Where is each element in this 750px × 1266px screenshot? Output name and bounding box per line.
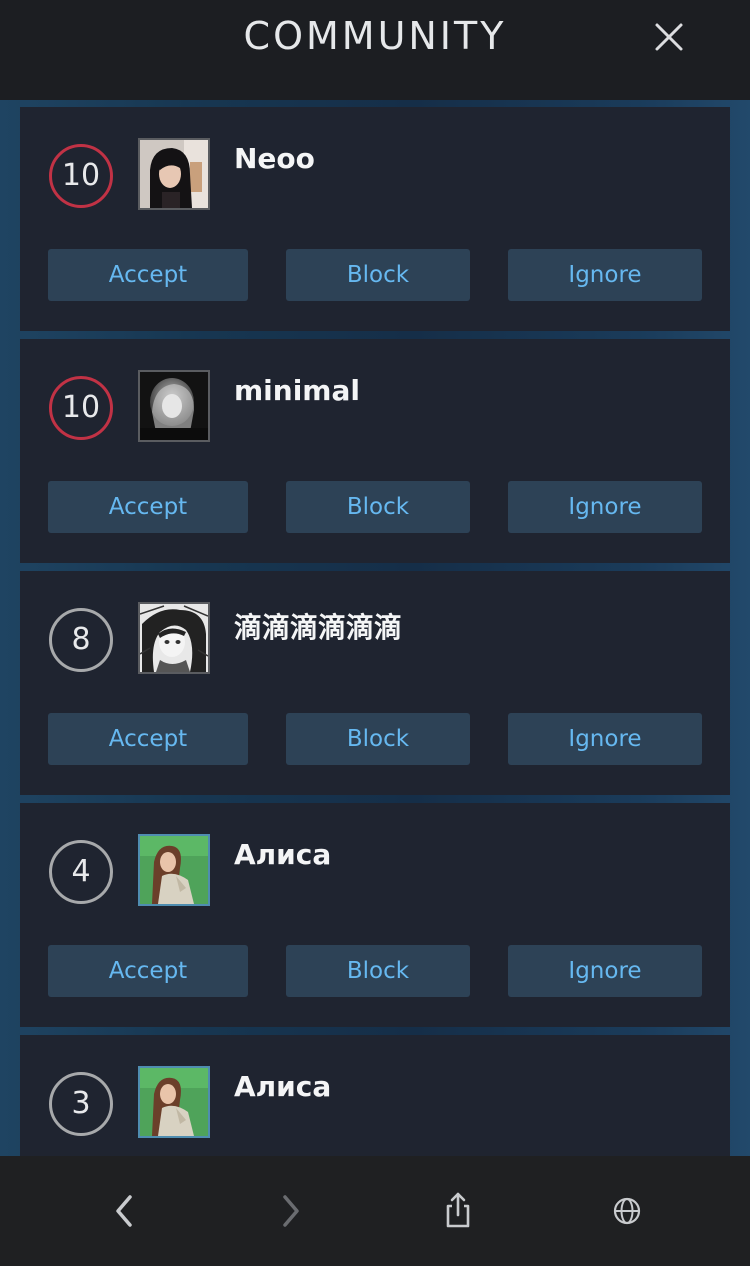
accept-button[interactable]: Accept bbox=[48, 481, 248, 533]
ignore-button[interactable]: Ignore bbox=[508, 481, 702, 533]
back-button[interactable] bbox=[99, 1186, 149, 1236]
request-count-badge: 3 bbox=[49, 1072, 113, 1136]
friend-requests-list[interactable]: 10 Neoo Accept Block Ignore 10 minimal A… bbox=[0, 100, 750, 1156]
block-button[interactable]: Block bbox=[286, 481, 470, 533]
block-button[interactable]: Block bbox=[286, 249, 470, 301]
friend-name[interactable]: 滴滴滴滴滴滴 bbox=[234, 606, 402, 646]
globe-button[interactable] bbox=[602, 1186, 652, 1236]
friend-name[interactable]: Neoo bbox=[234, 142, 315, 175]
ignore-button[interactable]: Ignore bbox=[508, 249, 702, 301]
friend-name[interactable]: Алиса bbox=[234, 838, 331, 871]
share-button[interactable] bbox=[433, 1186, 483, 1236]
accept-button[interactable]: Accept bbox=[48, 713, 248, 765]
block-button[interactable]: Block bbox=[286, 713, 470, 765]
avatar[interactable] bbox=[138, 834, 210, 906]
request-count-badge: 8 bbox=[49, 608, 113, 672]
page-title: COMMUNITY bbox=[243, 14, 507, 58]
chevron-left-icon bbox=[116, 1195, 132, 1227]
close-button[interactable] bbox=[646, 14, 692, 60]
friend-request-card: 8 滴滴滴滴滴滴 Accept Block Ignore bbox=[20, 571, 730, 795]
avatar-photo-grayscale bbox=[140, 372, 208, 440]
browser-toolbar bbox=[0, 1156, 750, 1266]
accept-button[interactable]: Accept bbox=[48, 945, 248, 997]
friend-request-card: 4 Алиса Accept Block Ignore bbox=[20, 803, 730, 1027]
request-count-badge: 10 bbox=[49, 144, 113, 208]
globe-icon bbox=[613, 1197, 641, 1225]
avatar[interactable] bbox=[138, 370, 210, 442]
request-count-badge: 10 bbox=[49, 376, 113, 440]
avatar[interactable] bbox=[138, 602, 210, 674]
header-bar: COMMUNITY bbox=[0, 0, 750, 100]
avatar-photo-green bbox=[140, 836, 208, 904]
avatar-photo-green bbox=[140, 1068, 208, 1136]
forward-button[interactable] bbox=[266, 1186, 316, 1236]
chevron-right-icon bbox=[283, 1195, 299, 1227]
close-icon bbox=[655, 23, 683, 51]
friend-request-card: 10 Neoo Accept Block Ignore bbox=[20, 107, 730, 331]
ignore-button[interactable]: Ignore bbox=[508, 945, 702, 997]
friend-name[interactable]: Алиса bbox=[234, 1070, 331, 1103]
block-button[interactable]: Block bbox=[286, 945, 470, 997]
ignore-button[interactable]: Ignore bbox=[508, 713, 702, 765]
avatar[interactable] bbox=[138, 138, 210, 210]
friend-name[interactable]: minimal bbox=[234, 374, 360, 407]
avatar-anime-sketch bbox=[140, 604, 208, 672]
avatar[interactable] bbox=[138, 1066, 210, 1138]
request-count-badge: 4 bbox=[49, 840, 113, 904]
friend-request-card: 3 Алиса bbox=[20, 1035, 730, 1156]
accept-button[interactable]: Accept bbox=[48, 249, 248, 301]
share-icon bbox=[446, 1192, 470, 1228]
avatar-photo-girl-dark bbox=[140, 140, 208, 208]
friend-request-card: 10 minimal Accept Block Ignore bbox=[20, 339, 730, 563]
